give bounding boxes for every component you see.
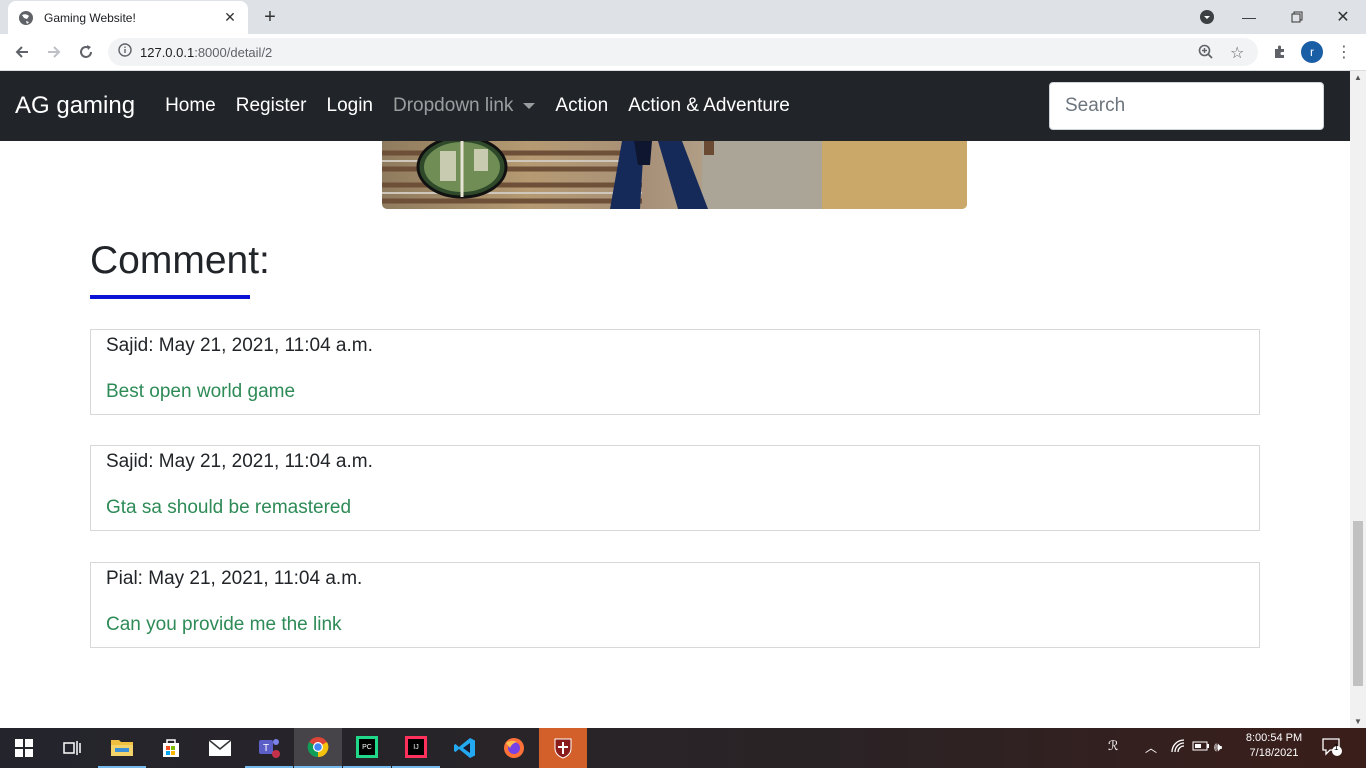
notification-count: 1 (1334, 743, 1339, 752)
pycharm-icon[interactable]: PC (343, 728, 391, 768)
people-icon[interactable]: ℛ (1108, 738, 1118, 754)
comment-body: Can you provide me the link (106, 614, 342, 635)
teams-icon[interactable]: T (245, 728, 293, 768)
nav-action[interactable]: Action (555, 95, 608, 117)
chrome-icon[interactable] (294, 728, 342, 768)
comment-body: Best open world game (106, 381, 296, 402)
zoom-icon[interactable] (1198, 44, 1214, 65)
bookmark-star-icon[interactable]: ☆ (1230, 43, 1244, 63)
mail-icon[interactable] (196, 728, 244, 768)
nav-action-adventure[interactable]: Action & Adventure (628, 95, 790, 117)
tab-title: Gaming Website! (44, 10, 136, 25)
comment-card: Sajid: May 21, 2021, 11:04 a.m. Gta sa s… (90, 445, 1260, 531)
minimize-icon[interactable]: — (1226, 0, 1272, 34)
comment-card: Pial: May 21, 2021, 11:04 a.m. Can you p… (90, 562, 1260, 648)
nav-home[interactable]: Home (165, 95, 216, 117)
task-view-icon[interactable] (48, 728, 96, 768)
site-brand[interactable]: AG gaming (15, 92, 135, 120)
nav-register[interactable]: Register (236, 95, 307, 117)
browser-tab[interactable]: Gaming Website! ✕ (8, 1, 248, 34)
caret-down-icon (523, 102, 536, 109)
tab-search-icon[interactable] (1192, 0, 1222, 34)
tab-strip: Gaming Website! ✕ + — ✕ (0, 0, 1366, 34)
url-text: 127.0.0.1:8000/detail/2 (140, 44, 273, 60)
info-icon[interactable] (118, 42, 132, 62)
profile-avatar[interactable]: r (1301, 41, 1323, 63)
svg-text:IJ: IJ (413, 744, 418, 751)
address-bar[interactable]: 127.0.0.1:8000/detail/2 ☆ (108, 38, 1258, 66)
page-scrollbar[interactable]: ▲ ▼ (1350, 71, 1366, 728)
globe-icon (18, 10, 34, 26)
nav-dropdown[interactable]: Dropdown link (393, 95, 536, 117)
comment-meta: Sajid: May 21, 2021, 11:04 a.m. (106, 451, 373, 472)
search-input[interactable] (1049, 82, 1324, 130)
restore-icon[interactable] (1274, 0, 1320, 34)
scrollbar-thumb[interactable] (1353, 521, 1363, 686)
close-window-icon[interactable]: ✕ (1320, 0, 1366, 34)
game-image (382, 141, 967, 209)
firefox-icon[interactable] (490, 728, 538, 768)
menu-kebab-icon[interactable]: ⋮ (1332, 40, 1356, 64)
heading-underline (90, 295, 250, 299)
comment-card: Sajid: May 21, 2021, 11:04 a.m. Best ope… (90, 329, 1260, 415)
store-icon[interactable] (147, 728, 195, 768)
comments-heading: Comment: (90, 239, 270, 282)
volume-icon[interactable]: 🕪 (1214, 739, 1222, 755)
start-icon[interactable] (0, 728, 48, 768)
intellij-icon[interactable]: IJ (392, 728, 440, 768)
nav-login[interactable]: Login (327, 95, 374, 117)
wifi-icon[interactable] (1170, 738, 1186, 757)
back-icon[interactable] (10, 40, 34, 64)
notification-icon[interactable]: 1 (1322, 738, 1342, 759)
windows-taskbar: T PC IJ ℛ ︿ 🕪 8:00:54 PM 7/18/2021 1 (0, 728, 1366, 768)
chevron-up-icon[interactable]: ︿ (1145, 739, 1157, 756)
file-explorer-icon[interactable] (98, 728, 146, 768)
comment-body: Gta sa should be remastered (106, 497, 352, 518)
battery-icon[interactable] (1192, 740, 1210, 755)
site-navbar: AG gaming Home Register Login Dropdown l… (0, 71, 1350, 141)
extensions-icon[interactable] (1268, 40, 1292, 64)
browser-toolbar: 127.0.0.1:8000/detail/2 ☆ r ⋮ (0, 34, 1366, 71)
vscode-icon[interactable] (441, 728, 489, 768)
page-viewport: AG gaming Home Register Login Dropdown l… (0, 71, 1350, 728)
nav-dropdown-label: Dropdown link (393, 95, 514, 116)
forward-icon[interactable] (42, 40, 66, 64)
comment-meta: Sajid: May 21, 2021, 11:04 a.m. (106, 335, 373, 356)
svg-text:T: T (263, 743, 269, 754)
clock-time: 8:00:54 PM (1245, 732, 1303, 744)
game-shield-icon[interactable] (539, 728, 587, 768)
svg-text:PC: PC (362, 744, 372, 751)
scroll-down-icon[interactable]: ▼ (1354, 717, 1362, 726)
clock-date: 7/18/2021 (1249, 747, 1299, 759)
comment-meta: Pial: May 21, 2021, 11:04 a.m. (106, 568, 363, 589)
new-tab-icon[interactable]: + (258, 5, 282, 29)
close-tab-icon[interactable]: ✕ (222, 9, 238, 26)
scroll-up-icon[interactable]: ▲ (1354, 73, 1362, 82)
reload-icon[interactable] (74, 40, 98, 64)
taskbar-clock[interactable]: 8:00:54 PM 7/18/2021 (1238, 732, 1310, 759)
